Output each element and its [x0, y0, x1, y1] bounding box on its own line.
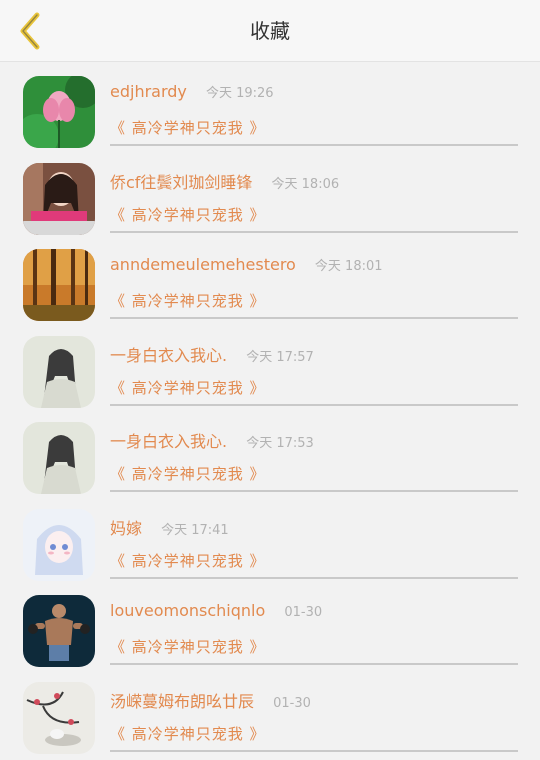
lotus-avatar-image [23, 76, 95, 148]
user-name[interactable]: 侨cf往鬓刘珈剑睡锋 [110, 173, 252, 192]
avatar[interactable] [23, 595, 95, 667]
divider [110, 749, 518, 752]
user-name[interactable]: 一身白衣入我心. [110, 432, 227, 451]
list-item[interactable]: 妈嫁 今天 17:41 《 高冷学神只宠我 》 [0, 501, 540, 588]
timestamp: 01-30 [284, 605, 323, 620]
divider [110, 403, 518, 406]
book-title[interactable]: 《 高冷学神只宠我 》 [110, 636, 266, 657]
avatar[interactable] [23, 681, 95, 754]
list-item[interactable]: louveomonschiqnlo 01-30 《 高冷学神只宠我 》 [0, 587, 540, 674]
portrait-avatar-image [23, 162, 95, 235]
user-name[interactable]: edjhrardy [110, 82, 187, 101]
book-title[interactable]: 《 高冷学神只宠我 》 [110, 117, 266, 138]
ink-figure-avatar-image [23, 335, 95, 408]
divider [110, 576, 518, 579]
book-title[interactable]: 《 高冷学神只宠我 》 [110, 377, 266, 398]
avatar[interactable] [23, 422, 95, 494]
divider [110, 490, 518, 492]
list-item[interactable]: 一身白衣入我心. 今天 17:53 《 高冷学神只宠我 》 [0, 414, 540, 501]
list-item[interactable]: anndemeulemehestero 今天 18:01 《 高冷学神只宠我 》 [0, 241, 540, 328]
timestamp: 今天 17:41 [161, 522, 229, 538]
avatar[interactable] [23, 335, 95, 408]
avatar[interactable] [23, 508, 95, 581]
user-name[interactable]: anndemeulemehestero [110, 255, 296, 274]
timestamp: 今天 17:57 [246, 349, 314, 365]
user-name[interactable]: louveomonschiqnlo [110, 601, 265, 620]
divider [110, 317, 518, 319]
timestamp: 01-30 [273, 695, 311, 711]
divider [110, 230, 518, 233]
avatar[interactable] [23, 249, 95, 321]
book-title[interactable]: 《 高冷学神只宠我 》 [110, 290, 266, 311]
divider [110, 663, 518, 665]
list-item[interactable]: 侨cf往鬓刘珈剑睡锋 今天 18:06 《 高冷学神只宠我 》 [0, 155, 540, 242]
timestamp: 今天 19:26 [205, 86, 274, 101]
user-name[interactable]: 汤嵘蔓姆布朗吆廿辰 [110, 692, 254, 711]
book-title[interactable]: 《 高冷学神只宠我 》 [110, 463, 266, 484]
page-title: 收藏 [250, 19, 290, 43]
avatar[interactable] [23, 162, 95, 235]
ink-figure-avatar-image [23, 422, 95, 494]
avatar[interactable] [23, 76, 95, 148]
forest-avatar-image [23, 249, 95, 321]
timestamp: 今天 18:06 [271, 176, 340, 192]
athlete-avatar-image [23, 595, 95, 667]
timestamp: 今天 18:01 [314, 259, 383, 274]
user-name[interactable]: 妈嫁 [110, 519, 142, 538]
list-item[interactable]: 一身白衣入我心. 今天 17:57 《 高冷学神只宠我 》 [0, 328, 540, 415]
plum-blossom-avatar-image [23, 681, 95, 754]
top-bar: 收藏 [0, 0, 540, 62]
favorites-list: edjhrardy 今天 19:26 《 高冷学神只宠我 》 侨cf往鬓刘珈剑睡… [0, 62, 540, 760]
list-item[interactable]: 汤嵘蔓姆布朗吆廿辰 01-30 《 高冷学神只宠我 》 [0, 674, 540, 760]
user-name[interactable]: 一身白衣入我心. [110, 346, 227, 365]
book-title[interactable]: 《 高冷学神只宠我 》 [110, 723, 266, 744]
divider [110, 144, 518, 146]
book-title[interactable]: 《 高冷学神只宠我 》 [110, 204, 266, 225]
anime-girl-avatar-image [23, 508, 95, 581]
timestamp: 今天 17:53 [246, 436, 314, 451]
list-item[interactable]: edjhrardy 今天 19:26 《 高冷学神只宠我 》 [0, 68, 540, 155]
book-title[interactable]: 《 高冷学神只宠我 》 [110, 550, 266, 571]
